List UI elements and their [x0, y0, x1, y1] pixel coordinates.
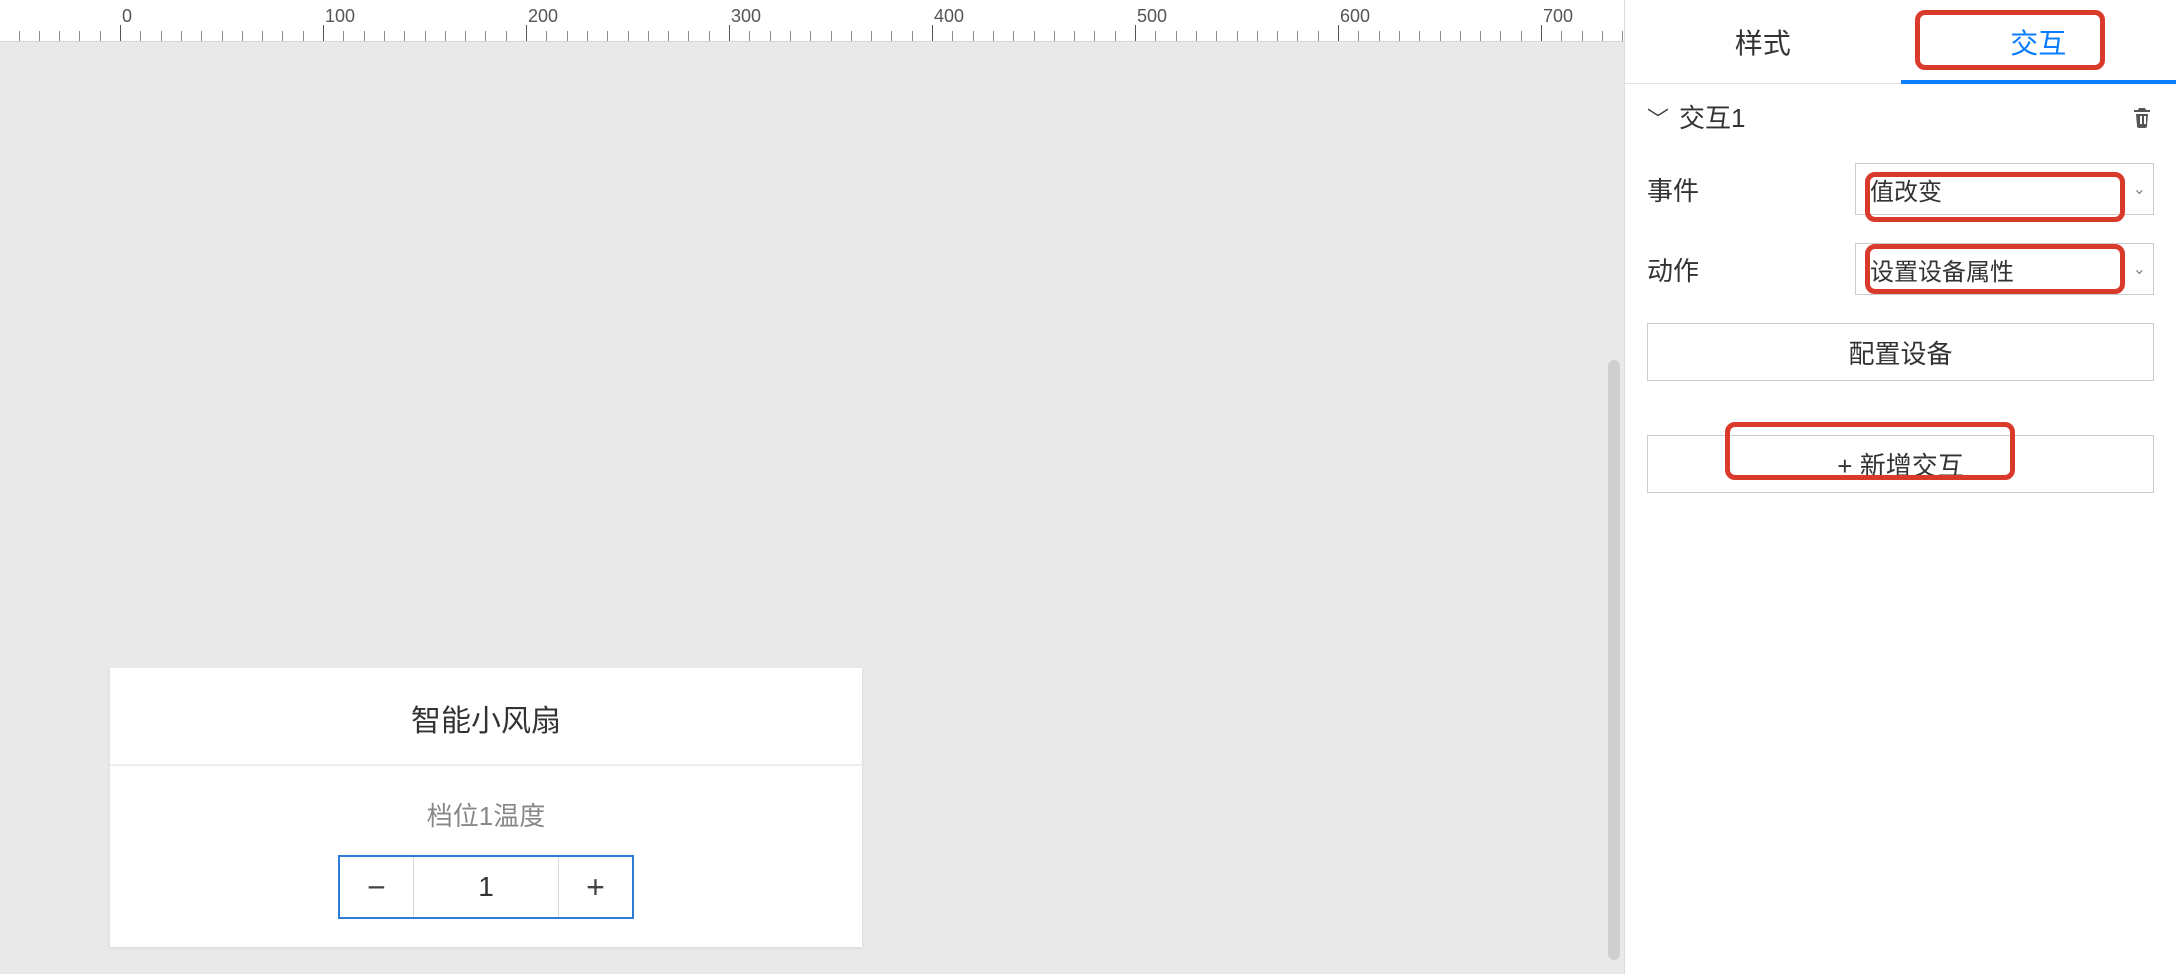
interaction-section-header[interactable]: ﹀ 交互1 [1625, 84, 2176, 149]
ruler-label: 600 [1340, 6, 1370, 27]
widget-card[interactable]: 智能小风扇 档位1温度 − 1 + [110, 668, 862, 947]
section-title: 交互1 [1679, 103, 1745, 133]
stepper-increment-button[interactable]: + [558, 857, 632, 917]
row-event: 事件 值改变 ⌄ [1625, 149, 2176, 229]
ruler-label: 100 [325, 6, 355, 27]
stepper-value[interactable]: 1 [414, 857, 558, 917]
ruler-label: 700 [1543, 6, 1573, 27]
ruler-label: 400 [934, 6, 964, 27]
chevron-down-icon: ﹀ [1647, 107, 1669, 132]
quantity-stepper: − 1 + [338, 855, 634, 919]
scrollbar-vertical[interactable] [1608, 360, 1620, 960]
ruler-label: 200 [528, 6, 558, 27]
select-event[interactable]: 值改变 [1855, 163, 2154, 215]
panel-tabs: 样式 交互 [1625, 0, 2176, 84]
add-interaction-button[interactable]: + 新增交互 [1647, 435, 2154, 493]
ruler-label: 0 [122, 6, 132, 27]
stepper-decrement-button[interactable]: − [340, 857, 414, 917]
widget-title: 智能小风扇 [110, 668, 862, 766]
canvas-area[interactable]: 0 100 200 300 400 500 600 700 智能小风扇 档位1温度 − 1 + [0, 0, 1624, 974]
select-action[interactable]: 设置设备属性 [1855, 243, 2154, 295]
row-action: 动作 设置设备属性 ⌄ [1625, 229, 2176, 309]
horizontal-ruler: 0 100 200 300 400 500 600 700 [0, 0, 1624, 42]
tab-style[interactable]: 样式 [1625, 0, 1901, 83]
widget-subtitle: 档位1温度 [110, 766, 862, 855]
label-event: 事件 [1647, 171, 1837, 208]
properties-panel: 样式 交互 ﹀ 交互1 事件 值改变 ⌄ 动作 设置设备属性 ⌄ 配置设备 + 新… [1624, 0, 2176, 974]
tab-interaction[interactable]: 交互 [1901, 0, 2176, 83]
trash-icon[interactable] [2130, 105, 2154, 129]
ruler-label: 300 [731, 6, 761, 27]
configure-device-button[interactable]: 配置设备 [1647, 323, 2154, 381]
label-action: 动作 [1647, 251, 1837, 288]
ruler-label: 500 [1137, 6, 1167, 27]
